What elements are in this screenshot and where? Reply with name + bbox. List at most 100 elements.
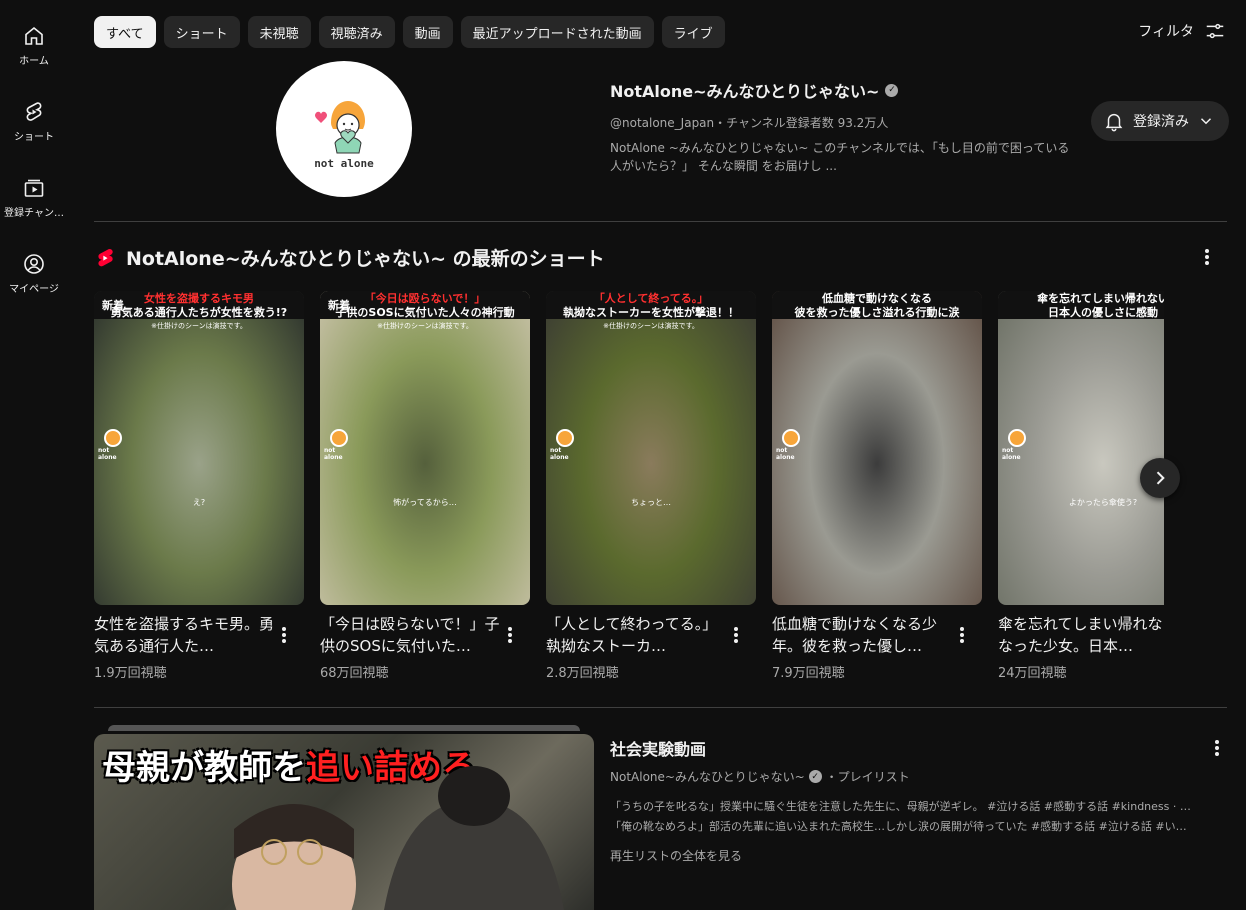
short-title[interactable]: 女性を盗撮するキモ男。勇気ある通行人た…: [94, 613, 274, 657]
short-views: 24万回視聴: [998, 666, 1067, 681]
short-title[interactable]: 傘を忘れてしまい帰れなくなった少女。日本…: [998, 613, 1164, 657]
thumbnail-headline-2: 執拗なストーカーを女性が撃退！！: [563, 306, 739, 319]
subscribed-button[interactable]: 登録済み: [1091, 101, 1229, 141]
short-more-button[interactable]: [272, 623, 296, 647]
chip-watched[interactable]: 視聴済み: [318, 16, 395, 48]
short-card[interactable]: 「人として終ってる。」 執拗なストーカーを女性が撃退！！ ※仕掛けのシーンは演技…: [546, 291, 756, 681]
thumbnail-headline-1: 傘を忘れてしまい帰れない: [1037, 292, 1164, 305]
thumbnail-disclaimer: ※仕掛けのシーンは演技です。: [377, 322, 473, 330]
channel-avatar[interactable]: not alone: [276, 61, 412, 197]
more-vert-icon: [1205, 255, 1209, 259]
playlist-video-line-1[interactable]: 「うちの子を叱るな」授業中に騒ぐ生徒を注意した先生に、母親が逆ギレ。 #泣ける話…: [610, 797, 1222, 817]
account-icon: [24, 254, 44, 274]
new-badge: 新着: [102, 299, 124, 312]
thumbnail-logo: not alone: [776, 429, 806, 463]
channel-name-row: NotAlone~みんなひとりじゃない~ ✓: [610, 78, 1080, 102]
short-more-button[interactable]: [724, 623, 748, 647]
channel-name[interactable]: NotAlone~みんなひとりじゃない~: [610, 78, 879, 102]
thumbnail-headline: 女性を盗撮するキモ男 勇気ある通行人たちが女性を救う!?: [94, 291, 304, 319]
playlist-channel[interactable]: NotAlone~みんなひとりじゃない~: [610, 768, 805, 785]
chip-unwatched[interactable]: 未視聴: [247, 16, 311, 48]
subscribed-label: 登録済み: [1133, 114, 1189, 130]
short-views: 68万回視聴: [320, 666, 389, 681]
home-icon: [25, 26, 43, 45]
short-thumbnail[interactable]: 低血糖で動けなくなる 彼を救った優しさ溢れる行動に涙 not alone: [772, 291, 982, 605]
sidebar-item-subscriptions[interactable]: 登録チャン…: [0, 176, 68, 240]
short-thumbnail[interactable]: 女性を盗撮するキモ男 勇気ある通行人たちが女性を救う!? ※仕掛けのシーンは演技…: [94, 291, 304, 605]
playlist-video-line-2[interactable]: 「俺の靴なめろよ」部活の先輩に追い込まれた高校生…しかし涙の展開が待っていた #…: [610, 817, 1222, 837]
playlist-title[interactable]: 社会実験動画: [610, 736, 1222, 760]
short-thumbnail[interactable]: 「人として終ってる。」 執拗なストーカーを女性が撃退！！ ※仕掛けのシーンは演技…: [546, 291, 756, 605]
sliders-icon: [1206, 23, 1224, 39]
shelf-next-button[interactable]: [1140, 458, 1180, 498]
thumbnail-headline: 傘を忘れてしまい帰れない 日本人の優しさに感動: [998, 291, 1164, 319]
short-card[interactable]: 女性を盗撮するキモ男 勇気ある通行人たちが女性を救う!? ※仕掛けのシーンは演技…: [94, 291, 304, 681]
playlist-thumbnail-art: [232, 766, 564, 910]
chip-all[interactable]: すべて: [94, 16, 156, 48]
chip-shorts[interactable]: ショート: [163, 16, 240, 48]
thumbnail-caption: ちょっと…: [631, 498, 671, 507]
sidebar-item-label: ショート: [14, 132, 54, 143]
thumbnail-headline: 「人として終ってる。」 執拗なストーカーを女性が撃退！！: [546, 291, 756, 319]
thumbnail-headline-2: 子供のSOSに気付いた人々の神行動: [335, 306, 515, 319]
avatar-text: not alone: [314, 156, 374, 170]
sidebar-item-shorts[interactable]: ショート: [0, 100, 68, 164]
playlist-thumbnail[interactable]: 母親が教師を追い詰める: [94, 734, 594, 910]
shorts-icon: [26, 102, 42, 121]
shorts-section-header: NotAlone~みんなひとりじゃない~ の最新のショート: [94, 244, 605, 271]
short-title[interactable]: 低血糖で動けなくなる少年。彼を救った優し…: [772, 613, 952, 657]
sidebar-item-my-page[interactable]: マイページ: [0, 252, 68, 316]
thumbnail-caption: え?: [192, 498, 206, 507]
chevron-right-icon: [1156, 471, 1165, 485]
shorts-shelf: 女性を盗撮するキモ男 勇気ある通行人たちが女性を救う!? ※仕掛けのシーンは演技…: [94, 291, 1164, 691]
shorts-section-title[interactable]: NotAlone~みんなひとりじゃない~ の最新のショート: [126, 244, 605, 271]
chip-videos[interactable]: 動画: [402, 16, 453, 48]
more-vert-icon: [282, 633, 286, 637]
view-full-playlist-link[interactable]: 再生リストの全体を見る: [610, 847, 1222, 864]
channel-meta: @notalone_Japan・チャンネル登録者数 93.2万人: [610, 116, 889, 130]
shorts-red-icon: [98, 248, 113, 266]
thumbnail-headline-2: 彼を救った優しさ溢れる行動に涙: [794, 306, 960, 319]
bell-icon: [1105, 113, 1123, 132]
thumbnail-disclaimer: ※仕掛けのシーンは演技です。: [603, 322, 699, 330]
short-thumbnail[interactable]: 傘を忘れてしまい帰れない 日本人の優しさに感動 not alone よかったら傘…: [998, 291, 1164, 605]
more-vert-icon: [734, 633, 738, 637]
short-views: 1.9万回視聴: [94, 666, 167, 681]
verified-icon: ✓: [808, 770, 822, 783]
short-title[interactable]: 「人として終わってる。」執拗なストーカ…: [546, 613, 726, 657]
short-card[interactable]: 傘を忘れてしまい帰れない 日本人の優しさに感動 not alone よかったら傘…: [998, 291, 1164, 681]
short-views: 2.8万回視聴: [546, 666, 619, 681]
more-vert-icon: [1215, 746, 1219, 750]
filter-button[interactable]: フィルタ: [1138, 20, 1226, 42]
short-card[interactable]: 低血糖で動けなくなる 彼を救った優しさ溢れる行動に涙 not alone 低血糖…: [772, 291, 982, 681]
sidebar-item-label: マイページ: [9, 284, 59, 295]
sidebar: ホーム ショート 登録チャン… マイページ: [0, 0, 68, 910]
sidebar-item-label: ホーム: [19, 56, 49, 67]
short-card[interactable]: 「今日は殴らないで！」 子供のSOSに気付いた人々の神行動 ※仕掛けのシーンは演…: [320, 291, 530, 681]
thumbnail-logo: not alone: [324, 429, 354, 463]
channel-description[interactable]: NotAlone ~みんなひとりじゃない~ このチャンネルでは、「もし目の前で困…: [610, 139, 1080, 175]
short-thumbnail[interactable]: 「今日は殴らないで！」 子供のSOSに気付いた人々の神行動 ※仕掛けのシーンは演…: [320, 291, 530, 605]
thumbnail-headline: 「今日は殴らないで！」 子供のSOSに気付いた人々の神行動: [320, 291, 530, 319]
sidebar-item-label: 登録チャン…: [4, 208, 64, 219]
thumbnail-caption: よかったら傘使う?: [1068, 498, 1138, 507]
section-more-button[interactable]: [1195, 245, 1219, 269]
playlist-more-button[interactable]: [1205, 736, 1229, 760]
thumbnail-caption: 怖がってるから…: [393, 498, 457, 507]
verified-icon: ✓: [885, 83, 899, 97]
thumbnail-headline-2: 日本人の優しさに感動: [1048, 306, 1158, 319]
thumbnail-logo: not alone: [98, 429, 128, 463]
sidebar-item-home[interactable]: ホーム: [0, 24, 68, 88]
chip-recently-uploaded[interactable]: 最近アップロードされた動画: [460, 16, 654, 48]
short-title[interactable]: 「今日は殴らないで！」子供のSOSに気付いた…: [320, 613, 500, 657]
short-more-button[interactable]: [498, 623, 522, 647]
thumbnail-headline-1: 「今日は殴らないで！」: [364, 292, 486, 305]
thumbnail-headline-2: 勇気ある通行人たちが女性を救う!?: [110, 306, 288, 319]
playlist-stack-edge: [108, 725, 580, 731]
short-more-button[interactable]: [950, 623, 974, 647]
chip-live[interactable]: ライブ: [661, 16, 725, 48]
thumbnail-disclaimer: ※仕掛けのシーンは演技です。: [151, 322, 247, 330]
more-vert-icon: [960, 633, 964, 637]
divider: [94, 221, 1227, 222]
short-views: 7.9万回視聴: [772, 666, 845, 681]
